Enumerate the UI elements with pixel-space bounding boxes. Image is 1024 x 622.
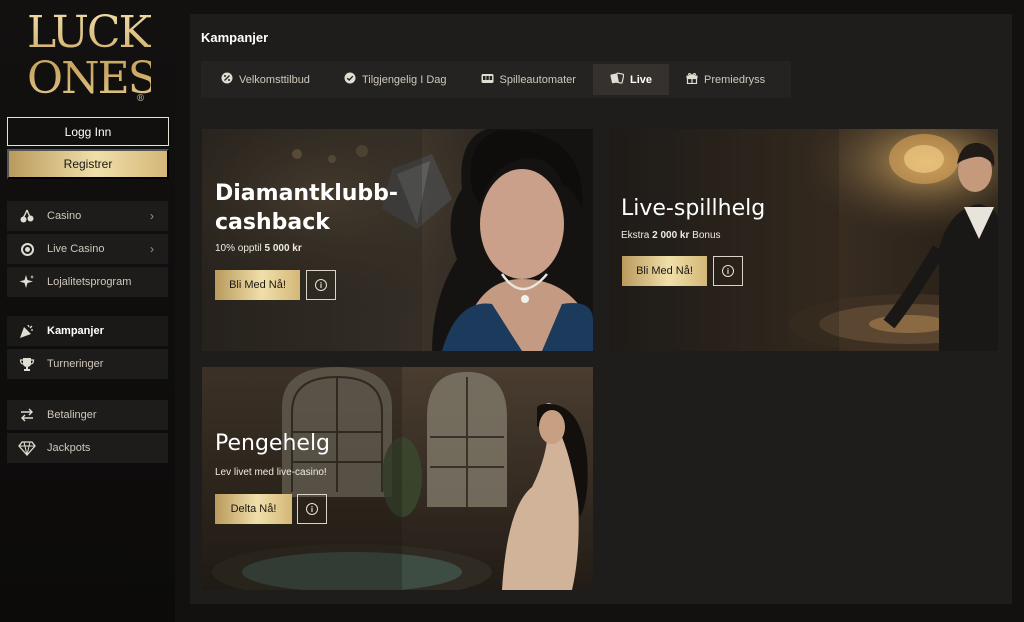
tab-label: Spilleautomater	[499, 73, 576, 86]
register-button[interactable]: Registrer	[7, 149, 169, 179]
promo-title: Diamantklubb-cashback	[215, 181, 399, 235]
participate-now-button[interactable]: Delta Nå!	[215, 494, 292, 524]
sidebar-item-label: Betalinger	[47, 409, 97, 421]
sidebar-nav-promos: Kampanjer Turneringer	[7, 316, 168, 382]
gift-icon	[686, 72, 698, 87]
chevron-right-icon: ›	[150, 209, 154, 223]
promo-image-casino-hall-woman	[202, 367, 593, 590]
diamond-icon	[7, 440, 47, 456]
sidebar-nav-games: Casino › Live Casino › Lojalitetsprogram	[7, 201, 168, 300]
tab-velkomsttilbud[interactable]: Velkomsttilbud	[204, 64, 327, 95]
info-icon: i	[722, 265, 734, 277]
promo-image-woman-with-diamonds	[202, 129, 593, 351]
chip-icon	[7, 242, 47, 256]
promo-subtitle: 10% opptil 5 000 kr	[215, 243, 302, 254]
promo-subtitle: Lev livet med live-casino!	[215, 467, 327, 478]
sidebar-item-casino[interactable]: Casino ›	[7, 201, 168, 231]
sparkle-icon	[7, 274, 47, 290]
info-button[interactable]: i	[713, 256, 743, 286]
join-now-button[interactable]: Bli Med Nå!	[215, 270, 300, 300]
info-icon: i	[315, 279, 327, 291]
sidebar-item-lojalitetsprogram[interactable]: Lojalitetsprogram	[7, 267, 168, 297]
info-icon: i	[306, 503, 318, 515]
info-button[interactable]: i	[306, 270, 336, 300]
tab-premiedryss[interactable]: Premiedryss	[669, 64, 782, 95]
login-button[interactable]: Logg Inn	[7, 117, 169, 146]
sidebar-item-label: Live Casino	[47, 243, 105, 255]
logo-line-1: LUCKY	[27, 7, 176, 58]
tab-label: Velkomsttilbud	[239, 73, 310, 86]
trophy-icon	[7, 356, 47, 372]
sidebar-item-label: Lojalitetsprogram	[47, 276, 132, 288]
cards-icon	[610, 72, 625, 87]
cherries-icon	[7, 208, 47, 224]
promo-card-live-spillhelg[interactable]: Live-spillhelg Ekstra 2 000 kr Bonus Bli…	[609, 129, 998, 351]
check-badge-icon	[344, 72, 356, 87]
logo-line-2: ONES	[27, 53, 156, 104]
sidebar-item-label: Kampanjer	[47, 325, 104, 337]
sidebar-item-label: Jackpots	[47, 442, 91, 454]
sidebar-item-turneringer[interactable]: Turneringer	[7, 349, 168, 379]
party-popper-icon	[7, 323, 47, 339]
promo-tabs: Velkomsttilbud Tilgjengelig I Dag Spille…	[201, 61, 791, 98]
slot-machine-icon	[481, 72, 494, 87]
transfer-arrows-icon	[7, 407, 47, 423]
promo-title: Live-spillhelg	[621, 196, 766, 221]
tab-label: Live	[629, 73, 652, 86]
sidebar-item-live-casino[interactable]: Live Casino ›	[7, 234, 168, 264]
sidebar-nav-payments: Betalinger Jackpots	[7, 400, 168, 466]
info-button[interactable]: i	[297, 494, 327, 524]
page-title: Kampanjer	[201, 30, 269, 45]
sidebar-item-label: Casino	[47, 210, 82, 222]
join-now-button[interactable]: Bli Med Nå!	[622, 256, 707, 286]
lucky-ones-logo[interactable]: LUCKY ONES ®	[27, 10, 151, 106]
sidebar: LUCKY ONES ® Logg Inn Registrer Casino ›…	[0, 0, 175, 622]
tab-tilgjengelig-i-dag[interactable]: Tilgjengelig I Dag	[327, 64, 464, 95]
tab-spilleautomater[interactable]: Spilleautomater	[464, 64, 593, 95]
percent-badge-icon	[221, 72, 233, 87]
registered-mark: ®	[136, 94, 145, 104]
promo-card-pengehelg[interactable]: Pengehelg Lev livet med live-casino! Del…	[202, 367, 593, 590]
sidebar-item-betalinger[interactable]: Betalinger	[7, 400, 168, 430]
tab-label: Tilgjengelig I Dag	[361, 73, 447, 86]
tab-live[interactable]: Live	[592, 64, 669, 95]
promo-card-diamantklubb[interactable]: Diamantklubb-cashback 10% opptil 5 000 k…	[202, 129, 593, 351]
sidebar-item-label: Turneringer	[47, 358, 104, 370]
sidebar-item-jackpots[interactable]: Jackpots	[7, 433, 168, 463]
tab-label: Premiedryss	[703, 73, 766, 86]
sidebar-item-kampanjer[interactable]: Kampanjer	[7, 316, 168, 346]
promo-subtitle: Ekstra 2 000 kr Bonus	[621, 230, 721, 241]
chevron-right-icon: ›	[150, 242, 154, 256]
promo-title: Pengehelg	[215, 431, 331, 456]
